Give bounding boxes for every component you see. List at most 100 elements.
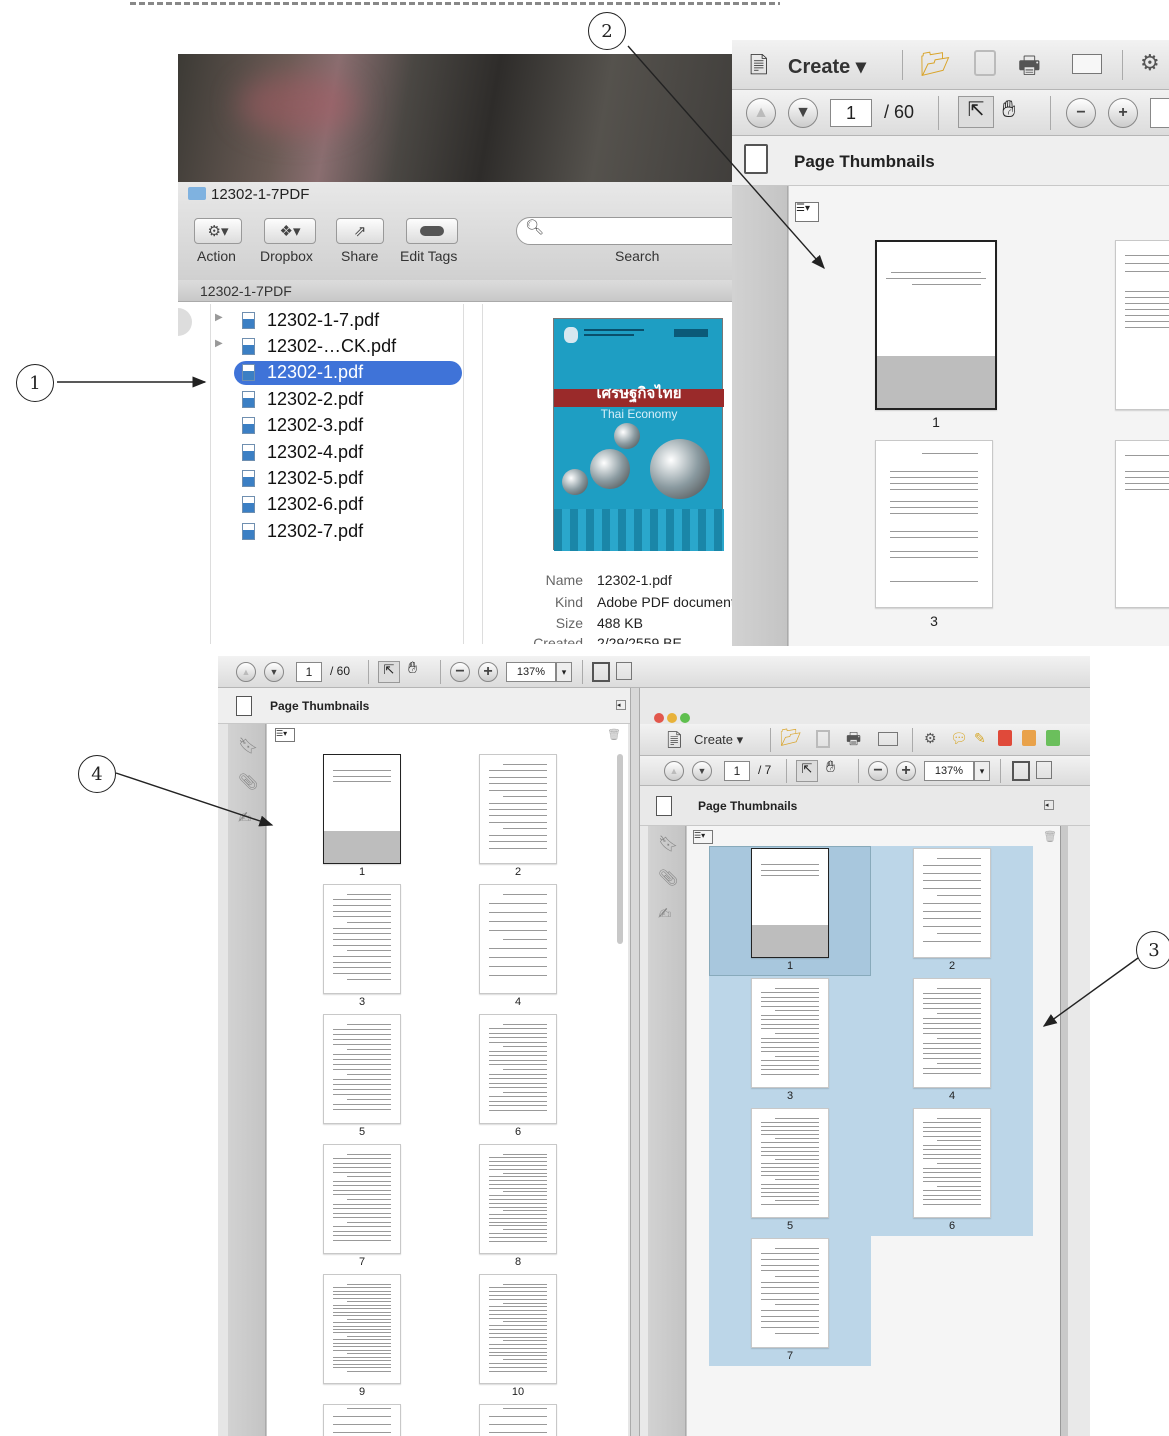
file-item[interactable]: 12302-3.pdf xyxy=(234,414,462,438)
file-item[interactable]: 12302-5.pdf xyxy=(234,466,462,490)
select-tool-icon[interactable]: ⇱ xyxy=(958,96,994,128)
hand-tool-icon[interactable]: ✋︎ xyxy=(408,660,417,678)
next-page-button[interactable]: ▼ xyxy=(264,662,284,682)
gear-icon[interactable]: ⚙ xyxy=(1140,50,1160,76)
print-icon[interactable]: 🖶︎ xyxy=(846,728,861,755)
print-icon[interactable]: 🖶︎ xyxy=(1018,48,1041,89)
prev-page-button[interactable]: ▲ xyxy=(664,761,684,781)
thumbnail-page[interactable] xyxy=(913,1108,991,1218)
thumbnail-page-1[interactable] xyxy=(875,240,997,410)
attachment-icon[interactable]: 📎︎ xyxy=(658,868,678,888)
create-button[interactable]: Create ▾ xyxy=(788,54,866,79)
signature-icon[interactable]: ✍︎ xyxy=(658,904,671,924)
thumbnail-page[interactable] xyxy=(323,754,401,864)
thumbnail-page[interactable] xyxy=(751,978,829,1088)
email-icon[interactable] xyxy=(1072,54,1102,74)
select-tool-icon[interactable]: ⇱ xyxy=(796,760,818,782)
prev-page-button[interactable]: ▲ xyxy=(236,662,256,682)
thumbnail-page[interactable] xyxy=(323,1014,401,1124)
thumbnail-page[interactable] xyxy=(479,884,557,994)
disclosure-triangle[interactable]: ▶ xyxy=(215,338,223,349)
bookmark-icon[interactable]: 🔖︎ xyxy=(658,834,678,854)
pages-panel-icon[interactable] xyxy=(656,796,672,816)
disclosure-triangle[interactable]: ▶ xyxy=(215,312,223,323)
combine-icon[interactable] xyxy=(1046,730,1060,746)
thumbnail-page-2[interactable] xyxy=(1115,240,1169,410)
zoom-field[interactable] xyxy=(1150,98,1169,128)
open-folder-icon[interactable]: 📂︎ xyxy=(920,50,950,79)
share-button[interactable]: ⇗ xyxy=(336,218,384,244)
file-item[interactable]: 12302-6.pdf xyxy=(234,493,462,517)
pages-panel-icon[interactable] xyxy=(236,696,252,716)
file-item[interactable]: 12302-1-7.pdf xyxy=(234,308,462,332)
comment-icon[interactable]: 💬︎ xyxy=(950,730,968,747)
highlight-icon[interactable]: ✎ xyxy=(974,730,986,747)
zoom-out-icon[interactable]: − xyxy=(1066,98,1096,128)
zoom-dropdown-icon[interactable]: ▾ xyxy=(974,761,990,781)
page-number-input[interactable]: 1 xyxy=(830,99,872,127)
fit-page-icon[interactable] xyxy=(592,662,610,682)
thumbnail-options-icon[interactable]: ☰▾ xyxy=(795,202,819,222)
thumbnail-options-icon[interactable]: ☰▾ xyxy=(693,830,713,844)
thumbnail-page[interactable] xyxy=(479,1274,557,1384)
zoom-in-icon[interactable]: + xyxy=(478,662,498,682)
search-input[interactable]: 🔍︎ xyxy=(516,217,762,245)
attachment-icon[interactable]: 📎︎ xyxy=(238,772,258,792)
zoom-out-icon[interactable]: − xyxy=(868,761,888,781)
thumbnail-page[interactable] xyxy=(479,754,557,864)
thumbnail-page[interactable] xyxy=(479,1014,557,1124)
export-icon[interactable] xyxy=(1022,730,1036,746)
pages-panel-icon[interactable] xyxy=(744,144,768,174)
trash-icon[interactable]: 🗑︎ xyxy=(1043,830,1057,843)
zoom-dropdown-icon[interactable]: ▾ xyxy=(556,662,572,682)
hand-tool-icon[interactable]: ✋︎ xyxy=(1002,96,1016,124)
action-button[interactable]: ⚙▾ xyxy=(194,218,242,244)
dropbox-button[interactable]: ❖▾ xyxy=(264,218,316,244)
file-item[interactable]: 12302-…CK.pdf xyxy=(234,334,462,358)
zoom-in-icon[interactable]: + xyxy=(896,761,916,781)
thumbnail-page[interactable] xyxy=(751,848,829,958)
thumbnail-page[interactable] xyxy=(751,1238,829,1348)
save-icon[interactable] xyxy=(816,730,830,748)
thumbnail-page[interactable] xyxy=(323,1274,401,1384)
trash-icon[interactable]: 🗑︎ xyxy=(607,728,621,741)
file-item[interactable]: 12302-7.pdf xyxy=(234,519,462,543)
select-tool-icon[interactable]: ⇱ xyxy=(378,661,400,683)
collapse-panel-icon[interactable]: ◂ xyxy=(616,700,626,710)
edit-tags-button[interactable] xyxy=(406,218,458,244)
email-icon[interactable] xyxy=(878,732,898,746)
zoom-out-icon[interactable]: − xyxy=(450,662,470,682)
hand-tool-icon[interactable]: ✋︎ xyxy=(826,759,835,777)
next-page-button[interactable]: ▼ xyxy=(788,98,818,128)
gear-icon[interactable]: ⚙ xyxy=(924,730,937,747)
thumbnail-page[interactable] xyxy=(913,848,991,958)
thumbnail-page-3[interactable] xyxy=(875,440,993,608)
zoom-in-icon[interactable]: + xyxy=(1108,98,1138,128)
collapse-panel-icon[interactable]: ◂ xyxy=(1044,800,1054,810)
full-screen-icon[interactable] xyxy=(616,662,632,680)
file-item[interactable]: 12302-2.pdf xyxy=(234,387,462,411)
thumbnail-page[interactable] xyxy=(479,1404,557,1436)
page-number-input[interactable]: 1 xyxy=(296,662,322,682)
zoom-field[interactable]: 137% xyxy=(506,662,556,682)
thumbnail-page[interactable] xyxy=(913,978,991,1088)
thumbnail-page-4[interactable] xyxy=(1115,440,1169,608)
fit-page-icon[interactable] xyxy=(1012,761,1030,781)
next-page-button[interactable]: ▼ xyxy=(692,761,712,781)
thumbnail-page[interactable] xyxy=(323,884,401,994)
thumbnail-page[interactable] xyxy=(323,1404,401,1436)
thumbnail-options-icon[interactable]: ☰▾ xyxy=(275,728,295,742)
open-folder-icon[interactable]: 📂︎ xyxy=(780,728,802,748)
thumbnail-page[interactable] xyxy=(479,1144,557,1254)
bookmark-icon[interactable]: 🔖︎ xyxy=(238,736,258,756)
file-item[interactable]: 12302-1.pdf xyxy=(234,360,462,385)
save-icon[interactable] xyxy=(974,50,996,76)
splitter[interactable] xyxy=(630,688,640,1436)
full-screen-icon[interactable] xyxy=(1036,761,1052,779)
create-button[interactable]: Create ▾ xyxy=(694,732,743,748)
signature-icon[interactable]: ✍︎ xyxy=(238,808,251,828)
page-number-input[interactable]: 1 xyxy=(724,761,750,781)
thumbnail-page[interactable] xyxy=(323,1144,401,1254)
zoom-field[interactable]: 137% xyxy=(924,761,974,781)
splitter[interactable] xyxy=(1060,826,1068,1436)
